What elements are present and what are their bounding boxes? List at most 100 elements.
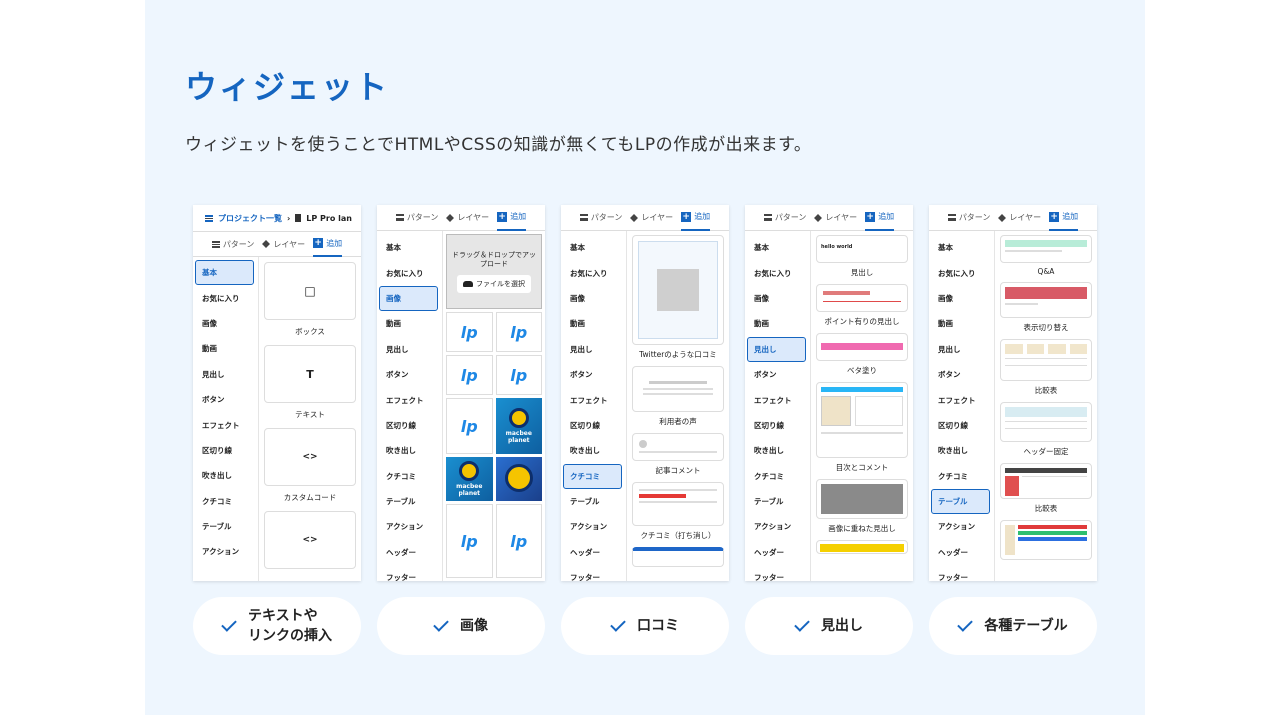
sidebar-item-video[interactable]: 動画 — [561, 311, 626, 336]
sidebar-item-favorites[interactable]: お気に入り — [193, 285, 258, 310]
sidebar-item-basic[interactable]: 基本 — [561, 235, 626, 260]
sidebar-item-button[interactable]: ボタン — [561, 362, 626, 387]
breadcrumb-projects[interactable]: プロジェクト一覧 — [218, 213, 282, 224]
tab-pattern[interactable]: パターン — [395, 205, 438, 231]
tab-add[interactable]: + 追加 — [1049, 205, 1079, 231]
sidebar-item-heading[interactable]: 見出し — [929, 337, 994, 362]
tab-add[interactable]: + 追加 — [313, 231, 343, 257]
widget-fixed-header[interactable] — [1000, 402, 1092, 442]
sidebar-item-effect[interactable]: エフェクト — [377, 387, 442, 412]
sidebar-item-balloon[interactable]: 吹き出し — [745, 438, 810, 463]
sidebar-item-review[interactable]: クチコミ — [929, 464, 994, 489]
sidebar-item-review[interactable]: クチコミ — [377, 464, 442, 489]
sidebar-item-button[interactable]: ボタン — [193, 387, 258, 412]
sidebar-item-image[interactable]: 画像 — [745, 286, 810, 311]
sidebar-item-basic[interactable]: 基本 — [745, 235, 810, 260]
sidebar-item-heading[interactable]: 見出し — [561, 337, 626, 362]
sidebar-item-footer[interactable]: フッター — [377, 565, 442, 581]
widget-box[interactable]: □ — [264, 262, 356, 320]
sidebar-item-header[interactable]: ヘッダー — [929, 540, 994, 565]
image-tile[interactable]: lp — [446, 312, 493, 352]
sidebar-item-review[interactable]: クチコミ — [193, 489, 258, 514]
widget-comparison-table-2[interactable] — [1000, 463, 1092, 499]
widget-review-more[interactable] — [632, 547, 724, 567]
sidebar-item-effect[interactable]: エフェクト — [561, 387, 626, 412]
sidebar-item-table[interactable]: テーブル — [931, 488, 990, 515]
sidebar-item-video[interactable]: 動画 — [929, 311, 994, 336]
tab-layer[interactable]: レイヤー — [998, 205, 1041, 231]
sidebar-item-heading[interactable]: 見出し — [193, 362, 258, 387]
sidebar-item-effect[interactable]: エフェクト — [745, 387, 810, 412]
sidebar-item-favorites[interactable]: お気に入り — [929, 260, 994, 285]
tab-pattern[interactable]: パターン — [211, 231, 254, 257]
image-tile[interactable]: lp — [446, 355, 493, 395]
tab-pattern[interactable]: パターン — [579, 205, 622, 231]
sidebar-item-table[interactable]: テーブル — [745, 489, 810, 514]
sidebar-item-balloon[interactable]: 吹き出し — [561, 438, 626, 463]
tab-layer[interactable]: レイヤー — [630, 205, 673, 231]
sidebar-item-footer[interactable]: フッター — [561, 565, 626, 581]
tab-add[interactable]: + 追加 — [497, 205, 527, 231]
sidebar-item-table[interactable]: テーブル — [193, 514, 258, 539]
widget-twitter-review[interactable] — [632, 235, 724, 345]
sidebar-item-action[interactable]: アクション — [193, 539, 258, 564]
sidebar-item-basic[interactable]: 基本 — [929, 235, 994, 260]
sidebar-item-divider[interactable]: 区切り線 — [377, 413, 442, 438]
sidebar-item-header[interactable]: ヘッダー — [377, 540, 442, 565]
widget-solid-heading[interactable] — [816, 333, 908, 361]
sidebar-item-basic[interactable]: 基本 — [195, 260, 254, 286]
sidebar-item-balloon[interactable]: 吹き出し — [193, 463, 258, 488]
sidebar-item-image[interactable]: 画像 — [561, 286, 626, 311]
sidebar-item-heading[interactable]: 見出し — [747, 336, 806, 362]
image-tile-macbee[interactable]: macbee planet — [446, 457, 493, 501]
widget-heading[interactable]: hello world — [816, 235, 908, 263]
widget-text[interactable]: T — [264, 345, 356, 403]
tab-add[interactable]: + 追加 — [865, 205, 895, 231]
image-tile[interactable]: lp — [495, 504, 542, 578]
sidebar-item-favorites[interactable]: お気に入り — [561, 260, 626, 285]
tab-layer[interactable]: レイヤー — [446, 205, 489, 231]
sidebar-item-button[interactable]: ボタン — [929, 362, 994, 387]
sidebar-item-heading[interactable]: 見出し — [377, 337, 442, 362]
sidebar-item-image[interactable]: 画像 — [379, 285, 438, 312]
sidebar-item-divider[interactable]: 区切り線 — [745, 413, 810, 438]
image-tile[interactable]: lp — [446, 398, 493, 454]
sidebar-item-video[interactable]: 動画 — [377, 311, 442, 336]
widget-user-voice[interactable] — [632, 366, 724, 412]
sidebar-item-table[interactable]: テーブル — [561, 489, 626, 514]
sidebar-item-divider[interactable]: 区切り線 — [561, 413, 626, 438]
widget-toggle-display[interactable] — [1000, 282, 1092, 318]
sidebar-item-review[interactable]: クチコミ — [563, 463, 622, 489]
widget-qa[interactable] — [1000, 235, 1092, 263]
sidebar-item-favorites[interactable]: お気に入り — [377, 260, 442, 285]
sidebar-item-header[interactable]: ヘッダー — [745, 540, 810, 565]
sidebar-item-table[interactable]: テーブル — [377, 489, 442, 514]
sidebar-item-divider[interactable]: 区切り線 — [929, 413, 994, 438]
widget-table-more[interactable] — [1000, 520, 1092, 560]
widget-code-2[interactable]: <> — [264, 511, 356, 569]
sidebar-item-action[interactable]: アクション — [929, 514, 994, 539]
widget-heading-more[interactable] — [816, 540, 908, 554]
tab-pattern[interactable]: パターン — [763, 205, 806, 231]
image-tile[interactable]: lp — [446, 504, 493, 578]
widget-strike-review[interactable] — [632, 482, 724, 526]
image-tile[interactable]: lp — [495, 312, 542, 352]
sidebar-item-footer[interactable]: フッター — [929, 565, 994, 581]
sidebar-item-header[interactable]: ヘッダー — [561, 540, 626, 565]
widget-custom-code[interactable]: <> — [264, 428, 356, 486]
tab-add[interactable]: + 追加 — [681, 205, 711, 231]
tab-pattern[interactable]: パターン — [947, 205, 990, 231]
sidebar-item-button[interactable]: ボタン — [745, 362, 810, 387]
sidebar-item-balloon[interactable]: 吹き出し — [929, 438, 994, 463]
widget-comparison-table[interactable] — [1000, 339, 1092, 381]
sidebar-item-review[interactable]: クチコミ — [745, 464, 810, 489]
widget-article-comment[interactable] — [632, 433, 724, 461]
tab-layer[interactable]: レイヤー — [814, 205, 857, 231]
sidebar-item-effect[interactable]: エフェクト — [929, 387, 994, 412]
sidebar-item-action[interactable]: アクション — [377, 514, 442, 539]
sidebar-item-favorites[interactable]: お気に入り — [745, 260, 810, 285]
sidebar-item-image[interactable]: 画像 — [193, 311, 258, 336]
tab-layer[interactable]: レイヤー — [262, 231, 305, 257]
widget-overlay-heading[interactable] — [816, 479, 908, 519]
sidebar-item-divider[interactable]: 区切り線 — [193, 438, 258, 463]
